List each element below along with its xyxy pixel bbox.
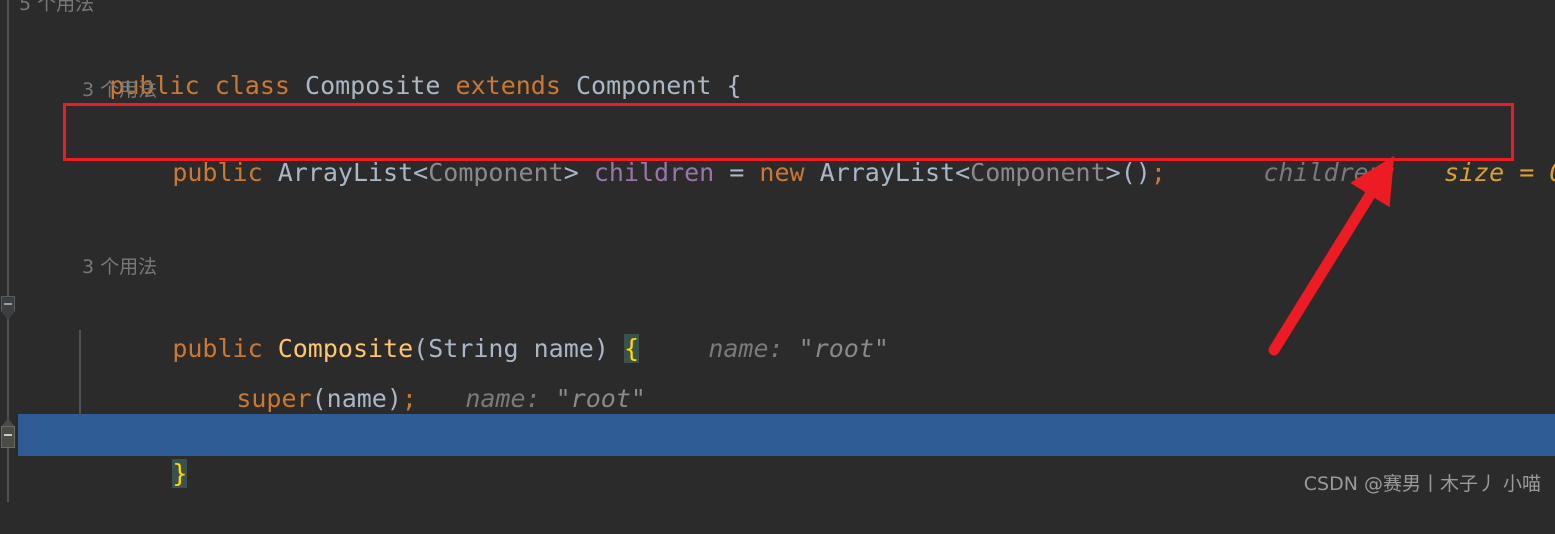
token-parens-empty: () bbox=[1120, 158, 1151, 187]
code-line-class-declaration[interactable]: public class Composite extends Component… bbox=[19, 26, 741, 100]
fold-expanded-icon[interactable] bbox=[0, 296, 17, 326]
inline-hint-label-name-super: name: bbox=[465, 384, 541, 413]
code-vision-usages-top[interactable]: 5 个用法 bbox=[19, 0, 94, 18]
token-generic-close: > bbox=[563, 158, 579, 187]
code-editor[interactable]: 5 个用法 public class Composite extends Com… bbox=[0, 0, 1555, 502]
token-classname-component: Component bbox=[575, 71, 712, 100]
token-keyword-public-field: public bbox=[172, 158, 263, 187]
inline-hint-value-name-ctor: "root" bbox=[798, 334, 889, 363]
inline-debug-hint-children[interactable]: children: size = 0 bbox=[1173, 113, 1555, 187]
token-classname-composite: Composite bbox=[305, 71, 441, 100]
token-field-children: children bbox=[593, 158, 715, 187]
code-vision-usages-constructor[interactable]: 3 个用法 bbox=[82, 253, 157, 281]
indent-guide bbox=[79, 330, 81, 416]
token-brace-open-class: { bbox=[726, 71, 742, 100]
token-brace-close-highlighted: } bbox=[172, 459, 188, 488]
csdn-watermark: CSDN @赛男丨木子丿 小喵 bbox=[1303, 473, 1541, 495]
token-generic-component: Component bbox=[428, 158, 564, 187]
token-type-arraylist-new: ArrayList bbox=[819, 158, 956, 187]
fold-end-body bbox=[1, 426, 15, 448]
code-line-field-children[interactable]: public ArrayList<Component> children = n… bbox=[82, 113, 1166, 187]
inline-hint-label-children: children: bbox=[1263, 158, 1399, 187]
token-keyword-super: super bbox=[236, 384, 312, 413]
fold-expanded-dash bbox=[4, 303, 12, 305]
inline-hint-value-name-super: "root" bbox=[555, 384, 646, 413]
token-type-arraylist: ArrayList bbox=[277, 158, 414, 187]
token-paren-open-super: ( bbox=[311, 384, 327, 413]
token-generic-open: < bbox=[413, 158, 429, 187]
token-generic-close-2: > bbox=[1105, 158, 1121, 187]
token-keyword-class: class bbox=[214, 71, 290, 100]
fold-end-dash bbox=[4, 434, 12, 436]
token-generic-component-2: Component bbox=[970, 158, 1106, 187]
token-keyword-extends: extends bbox=[455, 71, 561, 100]
inline-hint-label-name-ctor: name: bbox=[708, 334, 784, 363]
code-line-closing-brace[interactable]: } bbox=[82, 414, 188, 488]
selected-line-highlight bbox=[18, 414, 1555, 456]
code-line-constructor[interactable]: public Composite(String name) { bbox=[82, 289, 639, 363]
code-vision-usages-field[interactable]: 3 个用法 bbox=[82, 76, 157, 104]
editor-gutter[interactable] bbox=[0, 0, 18, 502]
fold-expanded-tip bbox=[1, 311, 15, 320]
inline-debug-hint-super-name[interactable]: name: "root" bbox=[375, 339, 646, 413]
code-content[interactable]: 5 个用法 public class Composite extends Com… bbox=[18, 0, 1555, 502]
inline-hint-value-children-size: size = 0 bbox=[1443, 158, 1555, 187]
token-keyword-new: new bbox=[759, 158, 805, 187]
inline-debug-hint-ctor-name[interactable]: name: "root" bbox=[618, 289, 889, 363]
token-operator-assign: = bbox=[729, 158, 745, 187]
fold-region-end-icon[interactable] bbox=[0, 418, 17, 448]
token-semicolon-field: ; bbox=[1150, 158, 1166, 187]
token-generic-open-2: < bbox=[955, 158, 971, 187]
